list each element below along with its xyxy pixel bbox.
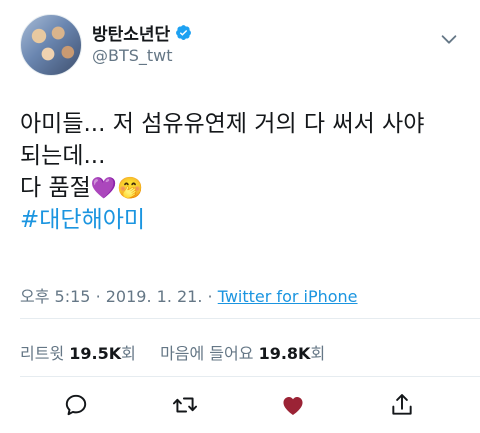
heart-icon	[283, 396, 303, 415]
tweet-line-3-text: 다 품절	[20, 175, 91, 201]
display-name[interactable]: 방탄소년단	[92, 20, 170, 45]
verified-badge-icon	[176, 25, 192, 40]
meta-separator: ·	[95, 287, 101, 306]
avatar[interactable]	[20, 14, 82, 76]
tweet-time: 오후 5:15	[20, 287, 91, 306]
tweet-header: 방탄소년단 @BTS_twt	[20, 14, 460, 78]
tweet-line-1: 아미들... 저 섬유유연제 거의 다 써서 사야	[20, 111, 425, 137]
tweet-line-2: 되는데...	[20, 143, 106, 169]
tweet-meta: 오후 5:15 · 2019. 1. 21. · Twitter for iPh…	[20, 283, 358, 307]
divider	[20, 318, 480, 319]
retweets-label[interactable]: 리트윗	[20, 344, 64, 363]
like-button[interactable]	[278, 390, 308, 420]
tweet-date[interactable]: 2019. 1. 21.	[106, 287, 203, 306]
likes-count[interactable]: 19.8K	[259, 344, 311, 363]
purple-heart-emoji: 💜	[90, 176, 117, 200]
divider	[20, 376, 480, 377]
action-bar	[0, 390, 480, 424]
retweets-suffix: 회	[121, 344, 136, 363]
handle[interactable]: @BTS_twt	[92, 46, 173, 65]
hand-over-mouth-emoji: 🤭	[116, 176, 144, 200]
meta-separator-2: ·	[207, 287, 213, 306]
reply-button[interactable]	[61, 390, 91, 420]
tweet-line-3: 다 품절💜🤭	[20, 172, 460, 204]
tweet-text: 아미들... 저 섬유유연제 거의 다 써서 사야 되는데... 다 품절💜🤭 …	[20, 108, 460, 236]
tweet-stats: 리트윗 19.5K회 마음에 들어요 19.8K회	[20, 340, 325, 364]
reply-icon	[65, 394, 87, 416]
retweets-count[interactable]: 19.5K	[69, 344, 121, 363]
share-button[interactable]	[387, 390, 417, 420]
name-row: 방탄소년단	[92, 20, 192, 45]
hashtag-link[interactable]: #대단해아미	[20, 204, 460, 236]
likes-suffix: 회	[310, 344, 326, 363]
chevron-down-icon[interactable]	[438, 28, 460, 50]
likes-label[interactable]: 마음에 들어요	[160, 344, 253, 363]
tweet-source-link[interactable]: Twitter for iPhone	[218, 287, 358, 306]
retweet-button[interactable]	[170, 390, 200, 420]
share-icon	[392, 394, 412, 415]
retweet-icon	[172, 397, 198, 413]
